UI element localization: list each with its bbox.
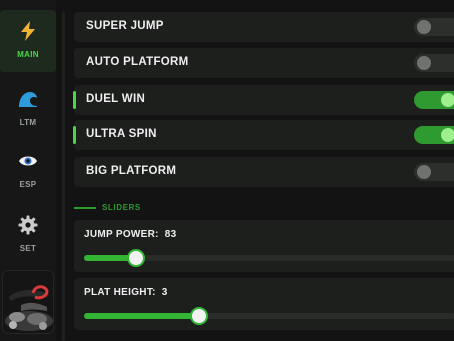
slider-thumb[interactable] [190, 307, 209, 325]
slider-label: JUMP POWER: 83 [84, 229, 177, 240]
sidebar-item-label: SET [19, 244, 37, 253]
lightning-icon [17, 20, 39, 42]
toggle-knob [441, 93, 454, 107]
sidebar-item-label: LTM [19, 118, 37, 127]
big-platform-toggle-switch[interactable] [414, 163, 454, 181]
toggle-knob [417, 165, 431, 179]
sidebar-item-label: ESP [19, 180, 37, 189]
divider [62, 12, 65, 341]
duel-win-toggle-switch[interactable] [414, 91, 454, 109]
toggle-row-auto-platform[interactable]: AUTO PLATFORM [74, 48, 454, 78]
slider-jump-power: JUMP POWER: 83 [74, 220, 454, 272]
slider-thumb[interactable] [127, 249, 146, 267]
active-indicator [73, 126, 76, 144]
section-divider [74, 207, 96, 209]
toggle-row-duel-win[interactable]: DUEL WIN [73, 85, 454, 115]
sidebar-item-set[interactable]: SET [0, 204, 56, 256]
sidebar-item-ltm[interactable]: LTM [0, 78, 56, 130]
ultra-spin-toggle-switch[interactable] [414, 126, 454, 144]
active-indicator [73, 91, 76, 109]
toggle-row-big-platform[interactable]: BIG PLATFORM [74, 157, 454, 187]
sidebar: MAIN LTM ESP SET [0, 0, 56, 341]
sidebar-item-esp[interactable]: ESP [0, 140, 56, 192]
wave-icon [17, 88, 39, 110]
toggle-knob [417, 56, 431, 70]
toggle-label: BIG PLATFORM [86, 165, 177, 177]
toggle-label: SUPER JUMP [86, 20, 164, 32]
toggle-row-ultra-spin[interactable]: ULTRA SPIN [73, 120, 454, 150]
auto-platform-toggle-switch[interactable] [414, 54, 454, 72]
toggle-knob [441, 128, 454, 142]
gear-icon [17, 214, 39, 236]
toggle-label: DUEL WIN [86, 93, 146, 105]
slider-track[interactable] [84, 249, 454, 267]
slider-value: 83 [164, 229, 177, 240]
sidebar-item-label: MAIN [17, 50, 39, 59]
slider-label: PLAT HEIGHT: 3 [84, 287, 168, 298]
slider-label-text: PLAT HEIGHT: [84, 287, 156, 298]
avatar [2, 270, 54, 334]
slider-fill [84, 313, 200, 319]
sidebar-item-main[interactable]: MAIN [0, 10, 56, 72]
toggle-knob [417, 20, 431, 34]
toggle-row-super-jump[interactable]: SUPER JUMP [74, 12, 454, 42]
super-jump-toggle-switch[interactable] [414, 18, 454, 36]
eye-icon [17, 150, 39, 172]
toggle-label: AUTO PLATFORM [86, 56, 189, 68]
slider-value: 3 [161, 287, 168, 298]
slider-track[interactable] [84, 307, 454, 325]
section-title: SLIDERS [102, 203, 141, 212]
toggle-label: ULTRA SPIN [86, 128, 157, 140]
slider-plat-height: PLAT HEIGHT: 3 [74, 278, 454, 330]
slider-label-text: JUMP POWER: [84, 229, 159, 240]
